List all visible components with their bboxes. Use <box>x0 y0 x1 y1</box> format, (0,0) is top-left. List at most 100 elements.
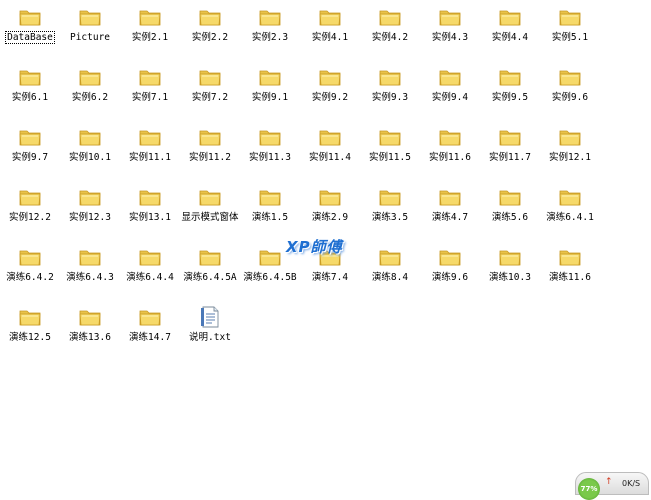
item-label: 实例11.2 <box>189 152 231 163</box>
item-label: 实例9.7 <box>11 152 49 163</box>
folder-item[interactable]: 演练12.5 <box>0 300 60 358</box>
folder-item[interactable]: 实例9.3 <box>360 60 420 118</box>
folder-item[interactable]: 演练6.4.5B <box>240 240 300 298</box>
folder-item[interactable]: 实例12.1 <box>540 120 600 178</box>
folder-icon <box>439 70 461 86</box>
item-label: 实例4.3 <box>431 32 469 43</box>
item-label: 实例9.3 <box>371 92 409 103</box>
folder-icon <box>19 250 41 266</box>
folder-item[interactable]: 显示模式窗体 <box>180 180 240 238</box>
item-label: 演练6.4.1 <box>546 212 594 223</box>
folder-item[interactable]: 实例9.6 <box>540 60 600 118</box>
folder-item[interactable]: 演练2.9 <box>300 180 360 238</box>
folder-icon <box>79 130 101 146</box>
folder-icon <box>499 130 521 146</box>
folder-item[interactable]: Picture <box>60 0 120 58</box>
item-label: 演练6.4.4 <box>126 272 174 283</box>
folder-item[interactable]: 实例11.4 <box>300 120 360 178</box>
folder-icon <box>139 190 161 206</box>
folder-item[interactable]: 演练8.4 <box>360 240 420 298</box>
folder-item[interactable]: 实例4.1 <box>300 0 360 58</box>
item-label: 说明.txt <box>189 332 231 343</box>
folder-item[interactable]: 演练9.6 <box>420 240 480 298</box>
folder-icon <box>19 130 41 146</box>
item-label: 实例12.2 <box>9 212 51 223</box>
folder-item[interactable]: 实例4.2 <box>360 0 420 58</box>
folder-item[interactable]: 演练13.6 <box>60 300 120 358</box>
folder-item[interactable]: 演练10.3 <box>480 240 540 298</box>
item-label: 演练6.4.3 <box>66 272 114 283</box>
item-label: 实例2.2 <box>191 32 229 43</box>
folder-item[interactable]: 演练1.5 <box>240 180 300 238</box>
folder-item[interactable]: 实例6.1 <box>0 60 60 118</box>
item-label: 实例4.1 <box>311 32 349 43</box>
folder-item[interactable]: 实例2.1 <box>120 0 180 58</box>
folder-item[interactable]: 演练14.7 <box>120 300 180 358</box>
folder-icon <box>439 190 461 206</box>
folder-icon <box>499 10 521 26</box>
folder-item[interactable]: 演练6.4.1 <box>540 180 600 238</box>
folder-icon <box>379 190 401 206</box>
item-label: 实例4.4 <box>491 32 529 43</box>
folder-item[interactable]: 实例12.3 <box>60 180 120 238</box>
folder-icon <box>139 10 161 26</box>
folder-icon <box>259 250 281 266</box>
folder-item[interactable]: 演练6.4.2 <box>0 240 60 298</box>
folder-item[interactable]: 实例4.3 <box>420 0 480 58</box>
item-label: Picture <box>69 32 111 43</box>
folder-item[interactable]: 实例6.2 <box>60 60 120 118</box>
folder-item[interactable]: 实例11.7 <box>480 120 540 178</box>
folder-icon <box>79 70 101 86</box>
folder-item[interactable]: DataBase <box>0 0 60 58</box>
item-label: 实例2.1 <box>131 32 169 43</box>
folder-item[interactable]: 实例11.5 <box>360 120 420 178</box>
item-label: 实例7.1 <box>131 92 169 103</box>
folder-item[interactable]: 演练6.4.4 <box>120 240 180 298</box>
item-label: 演练3.5 <box>371 212 409 223</box>
folder-item[interactable]: 实例7.1 <box>120 60 180 118</box>
folder-item[interactable]: 实例11.1 <box>120 120 180 178</box>
item-label: 实例11.3 <box>249 152 291 163</box>
item-label: 演练14.7 <box>129 332 171 343</box>
folder-item[interactable]: 实例9.7 <box>0 120 60 178</box>
folder-item[interactable]: 实例9.5 <box>480 60 540 118</box>
folder-item[interactable]: 实例13.1 <box>120 180 180 238</box>
folder-item[interactable]: 演练11.6 <box>540 240 600 298</box>
folder-icon <box>79 190 101 206</box>
folder-item[interactable]: 实例11.2 <box>180 120 240 178</box>
folder-item[interactable]: 演练6.4.3 <box>60 240 120 298</box>
folder-icon <box>199 10 221 26</box>
item-label: 实例7.2 <box>191 92 229 103</box>
folder-icon <box>319 10 341 26</box>
folder-item[interactable]: 实例7.2 <box>180 60 240 118</box>
folder-item[interactable]: 实例4.4 <box>480 0 540 58</box>
folder-item[interactable]: 演练3.5 <box>360 180 420 238</box>
folder-item[interactable]: 实例9.1 <box>240 60 300 118</box>
text-file-icon <box>201 306 219 328</box>
item-label: 演练10.3 <box>489 272 531 283</box>
folder-icon <box>79 250 101 266</box>
folder-item[interactable]: 实例12.2 <box>0 180 60 238</box>
folder-icon <box>379 250 401 266</box>
item-label: 实例5.1 <box>551 32 589 43</box>
file-item[interactable]: 说明.txt <box>180 300 240 358</box>
folder-item[interactable]: 实例9.4 <box>420 60 480 118</box>
folder-item[interactable]: 演练4.7 <box>420 180 480 238</box>
folder-item[interactable]: 实例2.2 <box>180 0 240 58</box>
upload-arrow-icon: ↑ <box>605 477 613 487</box>
folder-icon <box>19 70 41 86</box>
folder-item[interactable]: 实例11.3 <box>240 120 300 178</box>
folder-item[interactable]: 实例11.6 <box>420 120 480 178</box>
item-label: DataBase <box>5 31 55 44</box>
folder-item[interactable]: 演练5.6 <box>480 180 540 238</box>
folder-item[interactable]: 实例5.1 <box>540 0 600 58</box>
folder-item[interactable]: 实例10.1 <box>60 120 120 178</box>
folder-icon <box>439 130 461 146</box>
folder-item[interactable]: 演练7.4 <box>300 240 360 298</box>
network-speed-widget[interactable]: 77% ↑ 0K/S <box>575 472 649 500</box>
item-label: 实例11.4 <box>309 152 351 163</box>
folder-item[interactable]: 实例9.2 <box>300 60 360 118</box>
folder-icon <box>499 70 521 86</box>
folder-item[interactable]: 演练6.4.5A <box>180 240 240 298</box>
folder-item[interactable]: 实例2.3 <box>240 0 300 58</box>
